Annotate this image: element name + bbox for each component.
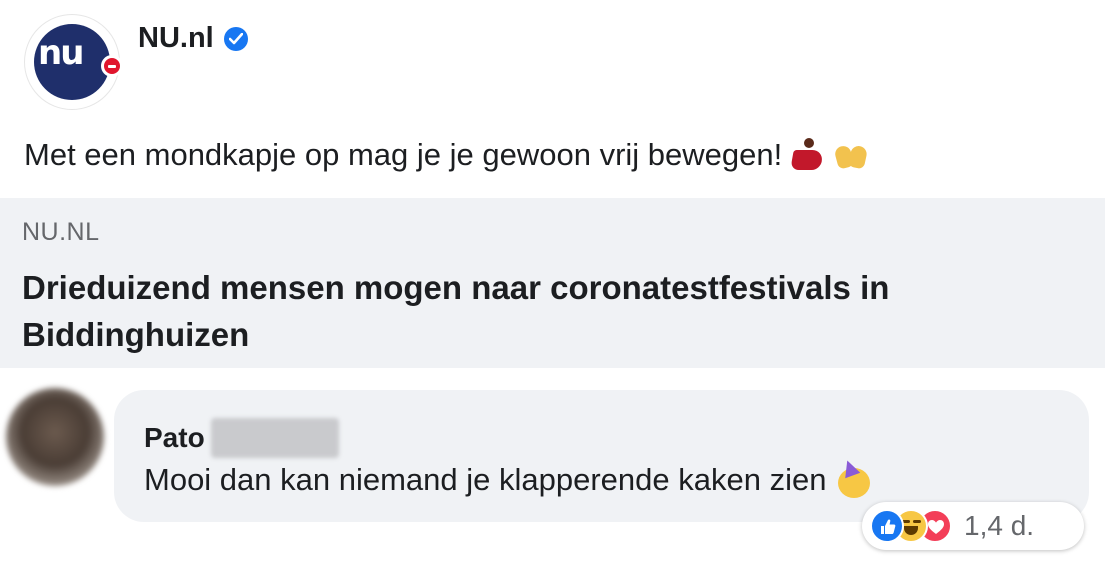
name-redaction-blur [210,418,339,458]
comment-text-row: Mooi dan kan niemand je klapperende kake… [144,457,872,498]
comment-text: Mooi dan kan niemand je klapperende kake… [144,462,827,497]
like-reaction-icon [870,509,904,543]
commenter-avatar[interactable] [6,388,104,486]
reactions-summary[interactable]: 1,4 d. [862,502,1084,550]
link-title[interactable]: Drieduizend mensen mogen naar coronatest… [22,264,1097,358]
verified-badge-icon [223,26,248,51]
page-avatar-logo[interactable]: nu [24,14,123,110]
page-name[interactable]: NU.nl [138,22,214,55]
link-domain: NU.NL [22,218,100,246]
dancer-emoji-icon [790,136,825,174]
logo-text: nu [38,33,84,73]
commenter-name-row: Pato [144,418,339,458]
post-header: NU.nl [138,22,248,55]
clapping-hands-emoji-icon [832,140,872,170]
link-preview-card[interactable]: NU.NL Drieduizend mensen mogen naar coro… [0,198,1105,368]
post-text-row: Met een mondkapje op mag je je gewoon vr… [24,136,872,174]
partying-face-emoji-icon [836,457,872,498]
commenter-name[interactable]: Pato [144,422,205,454]
logo-red-dot [101,55,123,77]
reaction-count: 1,4 d. [964,510,1035,541]
post-text: Met een mondkapje op mag je je gewoon vr… [24,137,783,172]
